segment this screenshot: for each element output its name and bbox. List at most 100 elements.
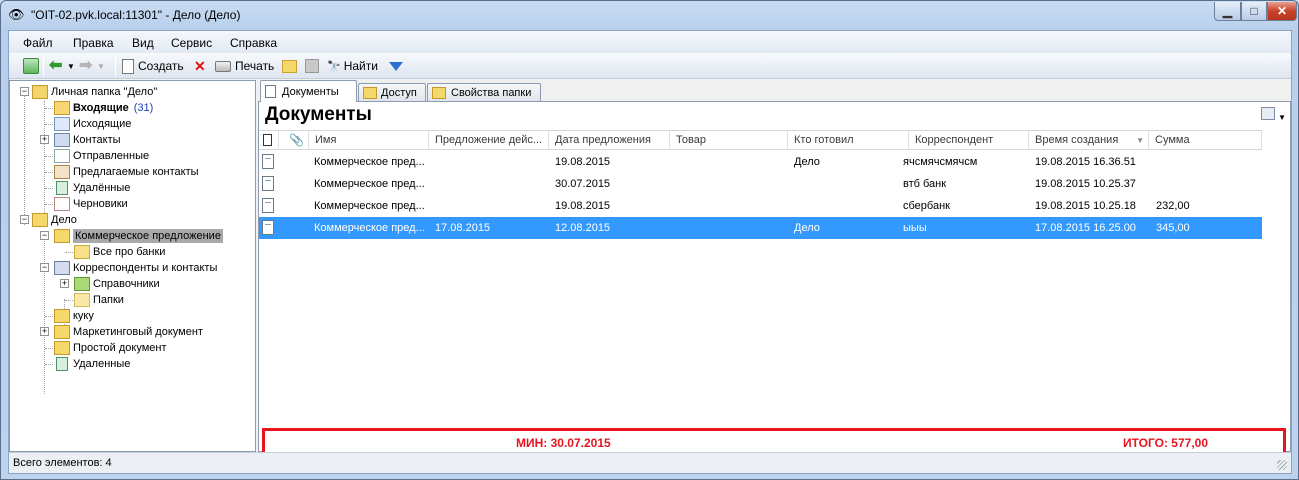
tree-item-simple-doc[interactable]: Простой документ bbox=[54, 340, 167, 356]
table-row[interactable]: Коммерческое пред... 19.08.2015 Дело ячсмяч… bbox=[259, 151, 1262, 173]
tree-line bbox=[45, 204, 53, 205]
minimize-button[interactable]: ▁ bbox=[1214, 2, 1241, 21]
window-title: "OIT-02.pvk.local:11301" - Дело (Дело) bbox=[31, 8, 241, 22]
expand-toggle[interactable]: + bbox=[40, 327, 49, 336]
resize-grip[interactable] bbox=[1277, 460, 1287, 470]
menu-service[interactable]: Сервис bbox=[171, 36, 212, 50]
cell-prepared-by: Дело bbox=[794, 156, 820, 168]
delete-button[interactable]: ✕ bbox=[194, 57, 206, 75]
tree-item-inbox[interactable]: Входящие (31) bbox=[54, 100, 153, 116]
collapse-toggle[interactable]: − bbox=[20, 87, 29, 96]
tree-line bbox=[45, 172, 53, 173]
cell-created: 17.08.2015 16.25.00 bbox=[1035, 222, 1136, 234]
folder-tree[interactable]: − Личная папка "Дело" Входящие (31) Исхо… bbox=[9, 80, 256, 452]
header-attachment-column[interactable]: 📎 bbox=[279, 131, 309, 150]
menu-bar: Файл Правка Вид Сервис Справка bbox=[9, 31, 1291, 53]
tree-item-deleted[interactable]: Удалённые bbox=[54, 180, 130, 196]
tree-item-delo[interactable]: Дело bbox=[32, 212, 77, 228]
new-document-icon bbox=[122, 58, 134, 74]
filter-button[interactable] bbox=[389, 57, 403, 75]
header-name[interactable]: Имя bbox=[309, 131, 429, 150]
tree-item-label: Маркетинговый документ bbox=[73, 326, 203, 338]
cell-name: Коммерческое пред... bbox=[314, 178, 425, 190]
folder-icon bbox=[74, 293, 90, 307]
tree-item-kuku[interactable]: куку bbox=[54, 308, 94, 324]
header-product[interactable]: Товар bbox=[670, 131, 788, 150]
expand-toggle[interactable]: + bbox=[60, 279, 69, 288]
folder-key-icon bbox=[363, 87, 377, 99]
folder-icon bbox=[432, 87, 446, 99]
tree-item-correspondents[interactable]: Корреспонденты и контакты bbox=[54, 260, 217, 276]
collapse-toggle[interactable]: − bbox=[40, 231, 49, 240]
maximize-button[interactable]: □ bbox=[1241, 2, 1267, 21]
header-offer-action[interactable]: Предложение дейс... bbox=[429, 131, 549, 150]
menu-edit[interactable]: Правка bbox=[73, 36, 114, 50]
page-title: Документы bbox=[265, 104, 372, 125]
menu-view[interactable]: Вид bbox=[132, 36, 154, 50]
table-row[interactable]: Коммерческое пред... 17.08.2015 12.08.2015… bbox=[259, 217, 1262, 239]
header-label: Время создания bbox=[1035, 134, 1119, 146]
tree-item-label: Исходящие bbox=[73, 118, 132, 130]
tree-item-drafts[interactable]: Черновики bbox=[54, 196, 128, 212]
tree-item-folders[interactable]: Папки bbox=[74, 292, 124, 308]
find-label: Найти bbox=[343, 59, 378, 73]
tree-item-label: Простой документ bbox=[73, 342, 167, 354]
tree-line bbox=[44, 101, 45, 219]
collapse-toggle[interactable]: − bbox=[20, 215, 29, 224]
header-offer-date[interactable]: Дата предложения bbox=[549, 131, 670, 150]
cell-offer-action: 17.08.2015 bbox=[435, 222, 491, 234]
drafts-icon bbox=[54, 197, 70, 211]
folder-access-button[interactable] bbox=[282, 57, 297, 75]
cell-name: Коммерческое пред... bbox=[314, 222, 425, 234]
tree-item-contacts[interactable]: Контакты bbox=[54, 132, 121, 148]
tree-item-label: Контакты bbox=[73, 134, 121, 146]
tree-item-label: Удаленные bbox=[73, 358, 131, 370]
expand-toggle[interactable]: + bbox=[40, 135, 49, 144]
recycle-bin-icon bbox=[56, 357, 68, 371]
header-prepared-by[interactable]: Кто готовил bbox=[788, 131, 909, 150]
tree-item-marketing-doc[interactable]: Маркетинговый документ bbox=[54, 324, 203, 340]
tab-access[interactable]: Доступ bbox=[358, 83, 426, 102]
header-sum[interactable]: Сумма bbox=[1149, 131, 1262, 150]
tree-item-all-about-banks[interactable]: Все про банки bbox=[74, 244, 165, 260]
tree-line bbox=[24, 92, 25, 225]
dropdown-arrow-icon: ▼ bbox=[97, 61, 105, 71]
back-button[interactable]: ⬅ ▼ bbox=[49, 57, 75, 75]
tab-documents[interactable]: Документы bbox=[260, 80, 357, 102]
toolbar-separator bbox=[43, 56, 44, 76]
cell-correspondent: ячсмячсмячсм bbox=[903, 156, 978, 168]
forward-button[interactable]: ➡ ▼ bbox=[79, 57, 105, 75]
tree-item-outgoing[interactable]: Исходящие bbox=[54, 116, 131, 132]
table-row[interactable]: Коммерческое пред... 30.07.2015 втб банк 19… bbox=[259, 173, 1262, 195]
cell-created: 19.08.2015 10.25.37 bbox=[1035, 178, 1136, 190]
title-bar[interactable]: 👁 "OIT-02.pvk.local:11301" - Дело (Дело)… bbox=[1, 1, 1298, 29]
menu-help[interactable]: Справка bbox=[230, 36, 277, 50]
tree-item-sent[interactable]: Отправленные bbox=[54, 148, 149, 164]
sent-icon bbox=[54, 149, 70, 163]
table-row[interactable]: Коммерческое пред... 19.08.2015 сбербанк 19… bbox=[259, 195, 1262, 217]
tree-item-removed[interactable]: Удаленные bbox=[54, 356, 130, 372]
close-button[interactable]: ✕ bbox=[1267, 2, 1297, 21]
menu-file[interactable]: Файл bbox=[23, 36, 53, 50]
find-button[interactable]: 🔭 Найти bbox=[327, 57, 378, 75]
create-label: Создать bbox=[138, 59, 184, 73]
collapse-toggle[interactable]: − bbox=[40, 263, 49, 272]
tree-item-label: Коммерческое предложение bbox=[73, 229, 223, 243]
print-button[interactable]: Печать bbox=[215, 57, 274, 75]
tree-item-reference[interactable]: Справочники bbox=[74, 276, 160, 292]
create-button[interactable]: Создать bbox=[122, 57, 184, 75]
tree-item-suggested-contacts[interactable]: Предлагаемые контакты bbox=[54, 164, 199, 180]
view-options-button[interactable]: ▼ bbox=[1260, 107, 1286, 123]
header-doc-icon-column[interactable] bbox=[259, 131, 279, 150]
tree-item-commercial-offer[interactable]: Коммерческое предложение bbox=[54, 228, 223, 244]
tree-item-personal-folder[interactable]: Личная папка "Дело" bbox=[32, 84, 157, 100]
cell-offer-date: 19.08.2015 bbox=[555, 200, 611, 212]
header-created[interactable]: Время создания ▼ bbox=[1029, 131, 1149, 150]
save-button[interactable] bbox=[305, 57, 319, 75]
status-text: Всего элементов: 4 bbox=[13, 457, 112, 469]
tree-item-label: Личная папка "Дело" bbox=[51, 86, 158, 98]
refresh-button[interactable] bbox=[23, 57, 39, 75]
header-correspondent[interactable]: Корреспондент bbox=[909, 131, 1029, 150]
tab-folder-properties[interactable]: Свойства папки bbox=[427, 83, 541, 102]
document-icon bbox=[262, 220, 274, 235]
